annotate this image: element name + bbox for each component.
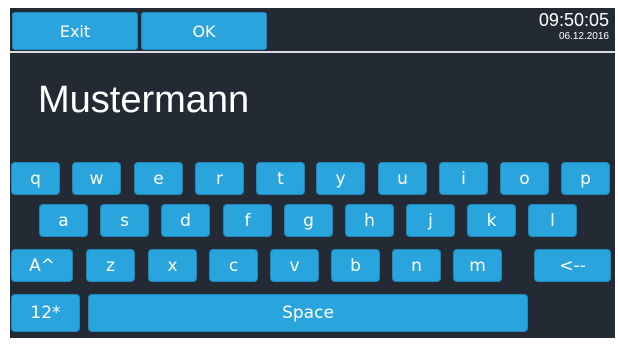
key-u[interactable]: u xyxy=(378,162,427,195)
key-q[interactable]: q xyxy=(11,162,60,195)
exit-button[interactable]: Exit xyxy=(12,12,138,50)
key-j[interactable]: j xyxy=(406,204,455,237)
backspace-key[interactable]: <-- xyxy=(534,249,611,282)
header-divider xyxy=(10,51,615,53)
key-m[interactable]: m xyxy=(453,249,502,282)
ok-button[interactable]: OK xyxy=(141,12,267,50)
key-k[interactable]: k xyxy=(467,204,516,237)
key-t[interactable]: t xyxy=(256,162,305,195)
space-key[interactable]: Space xyxy=(88,294,528,332)
key-l[interactable]: l xyxy=(528,204,577,237)
key-b[interactable]: b xyxy=(331,249,380,282)
key-p[interactable]: p xyxy=(561,162,610,195)
shift-key[interactable]: A^ xyxy=(11,249,73,282)
numbers-symbols-key[interactable]: 12* xyxy=(11,294,80,332)
key-w[interactable]: w xyxy=(72,162,121,195)
key-y[interactable]: y xyxy=(316,162,365,195)
keyboard-screen: Exit OK 09:50:05 06.12.2016 Mustermann q… xyxy=(10,8,615,338)
key-n[interactable]: n xyxy=(392,249,441,282)
clock-time: 09:50:05 xyxy=(538,10,609,30)
text-input-display[interactable]: Mustermann xyxy=(38,78,249,122)
key-v[interactable]: v xyxy=(270,249,319,282)
clock: 09:50:05 06.12.2016 xyxy=(539,10,609,44)
key-r[interactable]: r xyxy=(195,162,244,195)
key-z[interactable]: z xyxy=(86,249,135,282)
key-f[interactable]: f xyxy=(223,204,272,237)
clock-date: 06.12.2016 xyxy=(558,31,609,42)
key-c[interactable]: c xyxy=(209,249,258,282)
key-h[interactable]: h xyxy=(345,204,394,237)
key-g[interactable]: g xyxy=(284,204,333,237)
key-e[interactable]: e xyxy=(134,162,183,195)
key-s[interactable]: s xyxy=(100,204,149,237)
key-o[interactable]: o xyxy=(500,162,549,195)
key-a[interactable]: a xyxy=(39,204,88,237)
key-x[interactable]: x xyxy=(148,249,197,282)
key-i[interactable]: i xyxy=(439,162,488,195)
key-d[interactable]: d xyxy=(161,204,210,237)
